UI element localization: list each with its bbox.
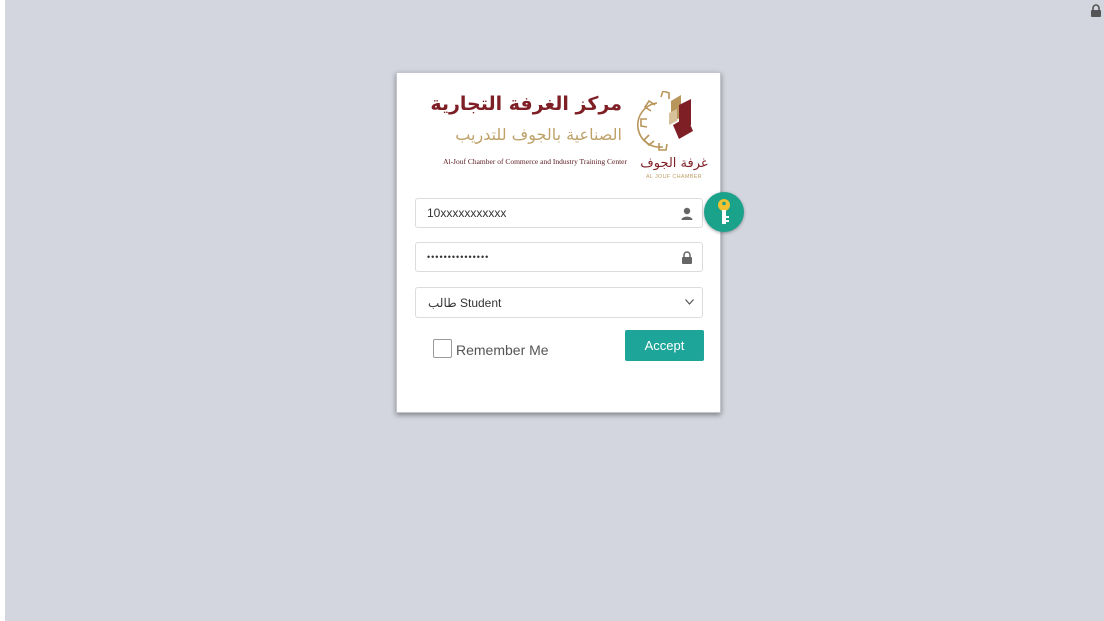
brand-title-ar: مركز الغرفة التجارية [430,93,622,115]
user-type-select[interactable]: طالب Student [415,287,703,318]
username-field[interactable] [415,198,703,228]
left-edge-strip [0,0,5,621]
brand-logo-en: AL JOUF CHAMBER [646,174,702,180]
chevron-down-icon [685,299,694,305]
key-icon [718,199,730,224]
brand-subtitle-ar: الصناعية بالجوف للتدريب [455,125,622,144]
username-input[interactable] [427,199,667,227]
password-field[interactable] [415,242,703,272]
lock-icon [1091,4,1101,17]
lock-icon [682,251,692,264]
chamber-emblem-icon [637,91,693,151]
key-badge[interactable] [704,192,744,232]
brand-subtitle-en: Al-Jouf Chamber of Commerce and Industry… [443,157,627,166]
user-type-selected: طالب Student [428,296,502,310]
password-input[interactable] [427,243,667,271]
brand-logo: مركز الغرفة التجارية الصناعية بالجوف للت… [397,73,722,193]
accept-button[interactable]: Accept [625,330,704,361]
login-card: مركز الغرفة التجارية الصناعية بالجوف للت… [396,72,721,413]
user-icon [681,207,693,220]
brand-logo-ar: غرفة الجوف [640,156,708,171]
remember-me-label[interactable]: Remember Me [456,342,549,358]
remember-me-checkbox[interactable] [433,339,452,358]
